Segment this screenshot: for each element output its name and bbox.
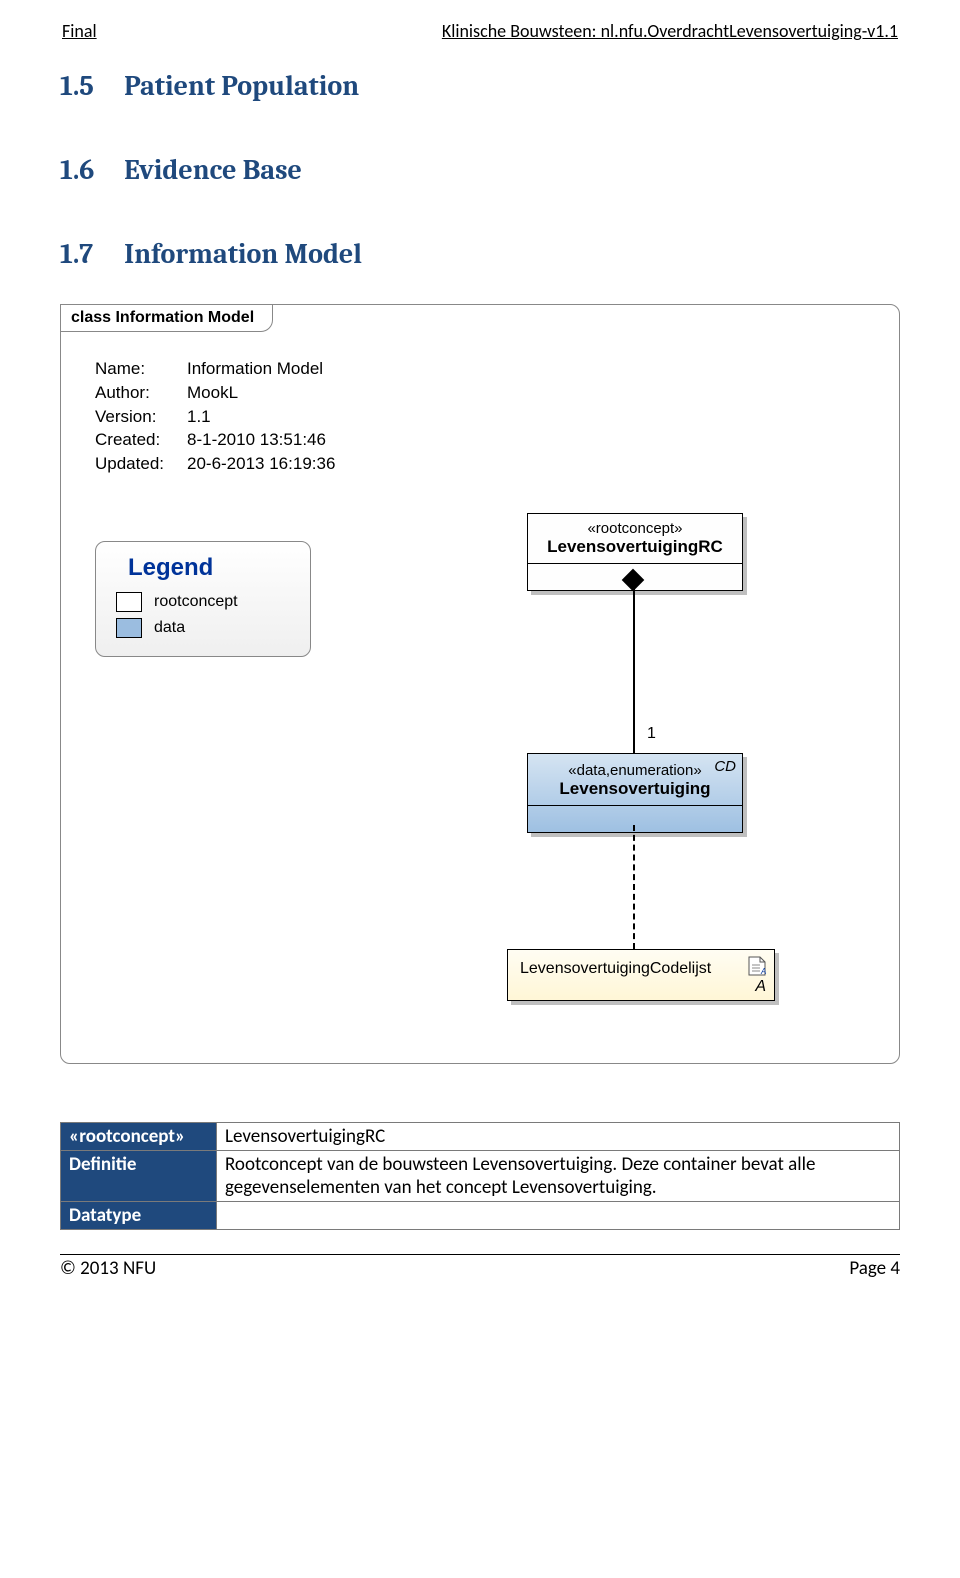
concept-infobox: «rootconcept» LevensovertuigingRC Defini… <box>60 1122 900 1230</box>
data-class-name: Levensovertuiging <box>538 779 732 799</box>
footer-left: © 2013 NFU <box>60 1257 156 1280</box>
section-1-5-title: Patient Population <box>124 70 359 102</box>
legend-rootconcept: rootconcept <box>116 592 296 612</box>
section-1-7-num: 1.7 <box>60 238 118 270</box>
rootconcept-stereo: «rootconcept» <box>538 520 732 537</box>
legend-title: Legend <box>128 554 296 582</box>
section-1-5: 1.5 Patient Population <box>60 70 900 102</box>
diagram-tab: class Information Model <box>60 304 273 332</box>
page-footer: © 2013 NFU Page 4 <box>60 1254 900 1280</box>
section-1-6: 1.6 Evidence Base <box>60 154 900 186</box>
meta-created-k: Created: <box>95 428 187 452</box>
data-class-body <box>528 806 742 832</box>
section-1-7-title: Information Model <box>124 238 362 270</box>
section-1-5-num: 1.5 <box>60 70 118 102</box>
page-header: Final Klinische Bouwsteen: nl.nfu.Overdr… <box>60 20 900 42</box>
meta-version-v: 1.1 <box>187 405 211 429</box>
data-class-stereo: «data,enumeration» <box>538 762 732 779</box>
dependency-line <box>633 825 635 949</box>
document-icon: A <box>748 956 766 976</box>
meta-name-v: Information Model <box>187 357 323 381</box>
meta-name-k: Name: <box>95 357 187 381</box>
infobox-rootconcept-key: «rootconcept» <box>61 1123 217 1151</box>
legend-data: data <box>116 618 296 638</box>
uml-class-data: CD «data,enumeration» Levensovertuiging <box>527 753 743 833</box>
meta-author-k: Author: <box>95 381 187 405</box>
swatch-white-icon <box>116 592 142 612</box>
infobox-datatype-key: Datatype <box>61 1202 217 1230</box>
association-line <box>633 577 635 753</box>
meta-version-k: Version: <box>95 405 187 429</box>
legend-data-label: data <box>154 619 185 637</box>
rootconcept-name: LevensovertuigingRC <box>538 537 732 557</box>
artifact-marker: A <box>755 978 766 996</box>
swatch-blue-icon <box>116 618 142 638</box>
diagram-meta: Name:Information Model Author:MookL Vers… <box>95 357 335 476</box>
artifact-name: LevensovertuigingCodelijst <box>520 960 711 977</box>
section-1-7: 1.7 Information Model <box>60 238 900 270</box>
section-1-6-title: Evidence Base <box>124 154 302 186</box>
infobox-definitie-key: Definitie <box>61 1151 217 1202</box>
meta-updated-v: 20-6-2013 16:19:36 <box>187 452 335 476</box>
infobox-definitie-value: Rootconcept van de bouwsteen Levensovert… <box>217 1151 900 1202</box>
footer-right: Page 4 <box>849 1257 900 1280</box>
svg-text:A: A <box>760 967 766 976</box>
data-class-datatype: CD <box>714 758 736 775</box>
infobox-rootconcept-value: LevensovertuigingRC <box>217 1123 900 1151</box>
legend-box: Legend rootconcept data <box>95 541 311 657</box>
legend-rootconcept-label: rootconcept <box>154 593 238 611</box>
uml-diagram-frame: class Information Model Name:Information… <box>60 304 900 1064</box>
uml-artifact: LevensovertuigingCodelijst A A <box>507 949 775 1001</box>
infobox-datatype-value <box>217 1202 900 1230</box>
section-1-6-num: 1.6 <box>60 154 118 186</box>
multiplicity-label: 1 <box>647 725 656 743</box>
meta-author-v: MookL <box>187 381 238 405</box>
meta-created-v: 8-1-2010 13:51:46 <box>187 428 326 452</box>
header-right: Klinische Bouwsteen: nl.nfu.OverdrachtLe… <box>442 20 898 42</box>
header-left: Final <box>62 20 97 42</box>
meta-updated-k: Updated: <box>95 452 187 476</box>
